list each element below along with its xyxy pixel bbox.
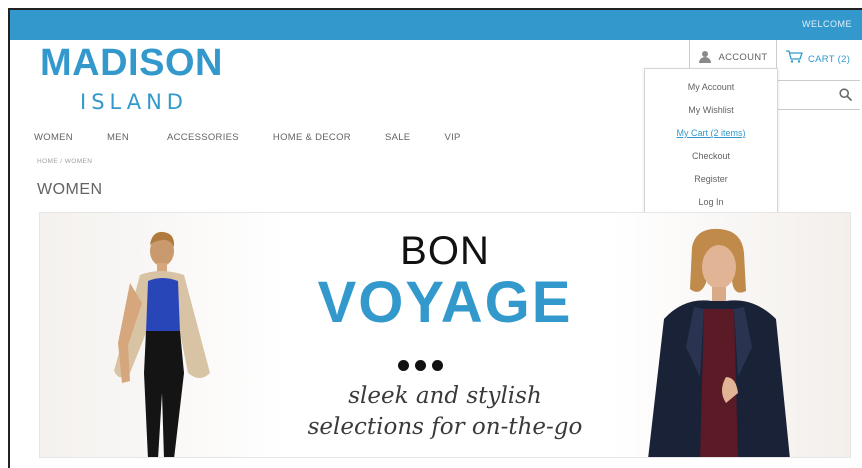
logo-island[interactable]: ISLAND [80,90,188,114]
nav-item-women[interactable]: WOMEN [34,132,73,148]
logo-madison[interactable]: MADISON [40,42,223,85]
breadcrumb[interactable]: HOME / WOMEN [37,158,92,165]
search-icon[interactable] [839,88,852,106]
nav-item-vip[interactable]: VIP [444,132,460,148]
user-icon [698,50,712,64]
banner-tagline-line1: sleek and stylish [348,383,542,409]
account-label: ACCOUNT [718,51,768,63]
cart-icon [785,50,803,68]
account-dropdown-menu: My Account My Wishlist My Cart (2 items)… [644,68,778,220]
nav-item-sale[interactable]: SALE [385,132,411,148]
cart-label: CART (2) [808,53,851,65]
search-input[interactable] [775,80,860,110]
menu-item-log-in[interactable]: Log In [645,191,777,214]
cart-button[interactable]: CART (2) [785,50,850,68]
welcome-message: WELCOME [801,19,852,29]
menu-item-checkout[interactable]: Checkout [645,145,777,168]
menu-item-my-cart[interactable]: My Cart (2 items) [645,122,777,145]
main-nav: WOMEN MEN ACCESSORIES HOME & DECOR SALE … [34,132,495,148]
nav-item-men[interactable]: MEN [107,132,129,148]
menu-item-my-wishlist[interactable]: My Wishlist [645,99,777,122]
menu-item-my-account[interactable]: My Account [645,76,777,99]
page-title: WOMEN [37,181,103,198]
nav-item-home-decor[interactable]: HOME & DECOR [273,132,351,148]
top-bar: WELCOME [10,10,862,40]
promo-banner[interactable]: BON VOYAGE sleek and stylish selections … [39,212,851,458]
browser-viewport: WELCOME MADISON ISLAND WOMEN MEN ACCESSO… [8,8,862,468]
menu-item-register[interactable]: Register [645,168,777,191]
banner-tagline-line2: selections for on-the-go [307,414,583,440]
banner-heading-bon: BON [400,229,490,273]
nav-item-accessories[interactable]: ACCESSORIES [167,132,239,148]
banner-heading-voyage: VOYAGE [317,270,573,335]
banner-dots [398,360,443,371]
